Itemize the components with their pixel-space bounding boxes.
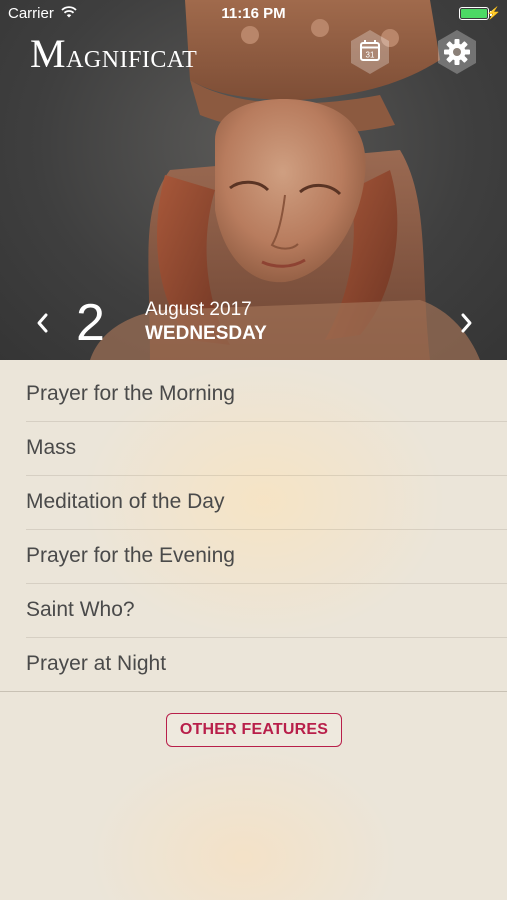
previous-day-button[interactable] [28, 305, 58, 341]
weekday: WEDNESDAY [145, 323, 267, 344]
settings-button[interactable] [435, 28, 479, 76]
menu-item-prayer-night[interactable]: Prayer at Night [0, 638, 507, 692]
content-area: Prayer for the Morning Mass Meditation o… [0, 360, 507, 900]
gear-icon [444, 39, 470, 65]
month-year: August 2017 [145, 299, 252, 320]
menu-item-label: Meditation of the Day [26, 490, 225, 513]
day-number: 2 [76, 294, 105, 352]
magnificat-logo: MAGNIFICAT [30, 30, 197, 77]
logo-initial: M [30, 31, 67, 76]
prayer-menu: Prayer for the Morning Mass Meditation o… [0, 368, 507, 692]
clock-time: 11:16 PM [221, 5, 286, 22]
calendar-day-text: 31 [366, 51, 375, 60]
menu-item-label: Prayer at Night [26, 652, 167, 675]
battery-icon [459, 7, 492, 20]
menu-item-saint-who[interactable]: Saint Who? [0, 584, 507, 638]
chevron-left-icon [37, 313, 48, 333]
logo-text: AGNIFICAT [66, 47, 198, 73]
chevron-right-icon [461, 313, 472, 333]
menu-item-label: Prayer for the Morning [26, 382, 235, 405]
menu-item-prayer-morning[interactable]: Prayer for the Morning [0, 368, 507, 422]
calendar-button[interactable]: 31 [348, 28, 392, 76]
menu-item-label: Prayer for the Evening [26, 544, 235, 567]
menu-item-meditation[interactable]: Meditation of the Day [0, 476, 507, 530]
menu-item-label: Saint Who? [26, 598, 135, 621]
calendar-icon: 31 [360, 40, 380, 61]
hero-image: Carrier 11:16 PM ⚡ MAGNIFICAT 31 2 Augus… [0, 0, 507, 360]
status-bar: Carrier 11:16 PM ⚡ [0, 0, 507, 28]
other-features-button[interactable]: OTHER FEATURES [166, 713, 342, 747]
menu-item-label: Mass [26, 436, 77, 459]
next-day-button[interactable] [452, 305, 482, 341]
charging-bolt-icon: ⚡ [486, 6, 501, 20]
menu-item-prayer-evening[interactable]: Prayer for the Evening [0, 530, 507, 584]
menu-item-mass[interactable]: Mass [0, 422, 507, 476]
